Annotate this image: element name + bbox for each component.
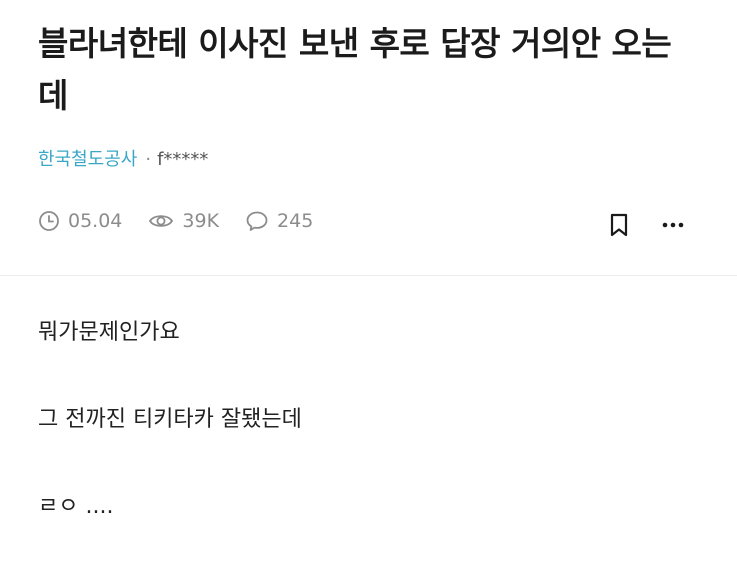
body-paragraph: 그 전까진 티키타카 잘됐는데 [38, 407, 302, 432]
post-meta: 05.04 39K 245 [38, 204, 698, 238]
author-separator: · [145, 149, 152, 170]
more-dots-icon [662, 222, 684, 228]
eye-icon [149, 215, 174, 227]
author-username[interactable]: f***** [157, 146, 208, 174]
post-views: 39K [148, 210, 219, 232]
post-body: 뭐가문제인가요 그 전까진 티키타카 잘됐는데 ㄹㅇ .... [38, 318, 698, 579]
post-date: 05.04 [38, 210, 122, 232]
post-date-text: 05.04 [68, 210, 123, 232]
post-comments-text: 245 [277, 210, 314, 232]
post-actions [580, 210, 688, 240]
post-title: 블라녀한테 이사진 보낸 후로 답장 거의안 오는데 [38, 24, 672, 115]
post-views-text: 39K [182, 210, 220, 232]
body-paragraph: 뭐가문제인가요 [38, 320, 180, 345]
comment-bubble-icon [246, 211, 268, 231]
section-divider [0, 275, 737, 276]
body-paragraph: ㄹㅇ .... [38, 494, 114, 519]
bookmark-icon [610, 213, 628, 237]
more-button[interactable] [658, 210, 688, 240]
post-comments[interactable]: 245 [245, 210, 313, 232]
company-link[interactable]: 한국철도공사 [38, 146, 137, 174]
clock-icon [39, 211, 59, 231]
bookmark-button[interactable] [604, 210, 634, 240]
author-info: 한국철도공사 · f***** [38, 146, 208, 174]
